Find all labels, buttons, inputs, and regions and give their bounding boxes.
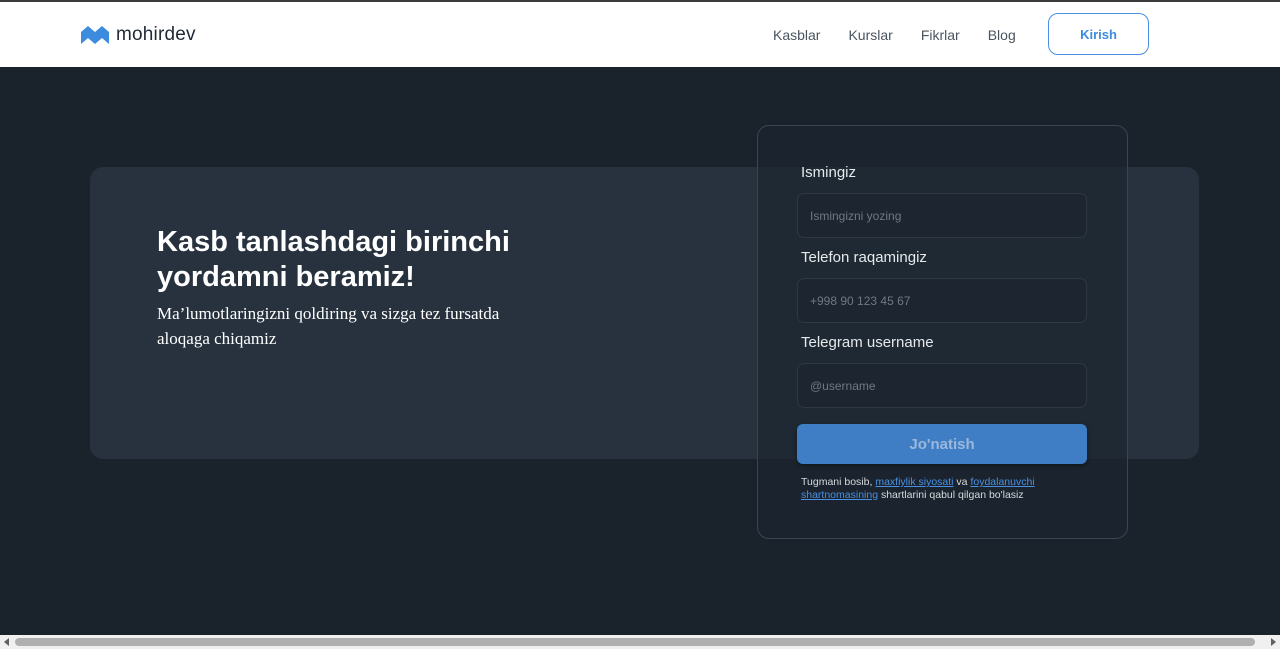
nav-link-kurslar[interactable]: Kurslar: [848, 27, 892, 43]
telegram-input[interactable]: [797, 363, 1087, 408]
hero-title: Kasb tanlashdagi birinchi yordamni beram…: [157, 226, 510, 293]
hero-subtitle: Ma’lumotlaringizni qoldiring va sizga te…: [157, 304, 500, 348]
horizontal-scrollbar[interactable]: [0, 635, 1280, 649]
nav-link-kasblar[interactable]: Kasblar: [773, 27, 820, 43]
nav-link-blog[interactable]: Blog: [988, 27, 1016, 43]
phone-input[interactable]: [797, 278, 1087, 323]
login-button[interactable]: Kirish: [1048, 13, 1149, 55]
logo-text: mohirdev: [116, 24, 196, 45]
name-label: Ismingiz: [801, 164, 857, 181]
privacy-policy-link[interactable]: maxfiylik siyosati: [875, 476, 953, 488]
terms-text: Tugmani bosib, maxfiylik siyosati va foy…: [801, 476, 1071, 502]
terms-suffix: shartlarini qabul qilgan bo'lasiz: [878, 489, 1024, 501]
main-nav: Kasblar Kurslar Fikrlar Blog: [773, 27, 1016, 43]
logo[interactable]: mohirdev: [81, 24, 196, 46]
terms-middle: va: [953, 476, 971, 488]
site-header: mohirdev Kasblar Kurslar Fikrlar Blog Ki…: [0, 2, 1280, 67]
terms-prefix: Tugmani bosib,: [801, 476, 876, 488]
mohirdev-logo-icon: [81, 26, 109, 44]
scroll-left-arrow-icon[interactable]: [4, 638, 9, 646]
telegram-label: Telegram username: [801, 334, 934, 351]
scroll-right-arrow-icon[interactable]: [1271, 638, 1276, 646]
scrollbar-thumb[interactable]: [15, 638, 1255, 646]
name-input[interactable]: [797, 193, 1087, 238]
phone-label: Telefon raqamingiz: [801, 249, 927, 266]
nav-link-fikrlar[interactable]: Fikrlar: [921, 27, 960, 43]
submit-button[interactable]: Jo'natish: [797, 424, 1087, 464]
